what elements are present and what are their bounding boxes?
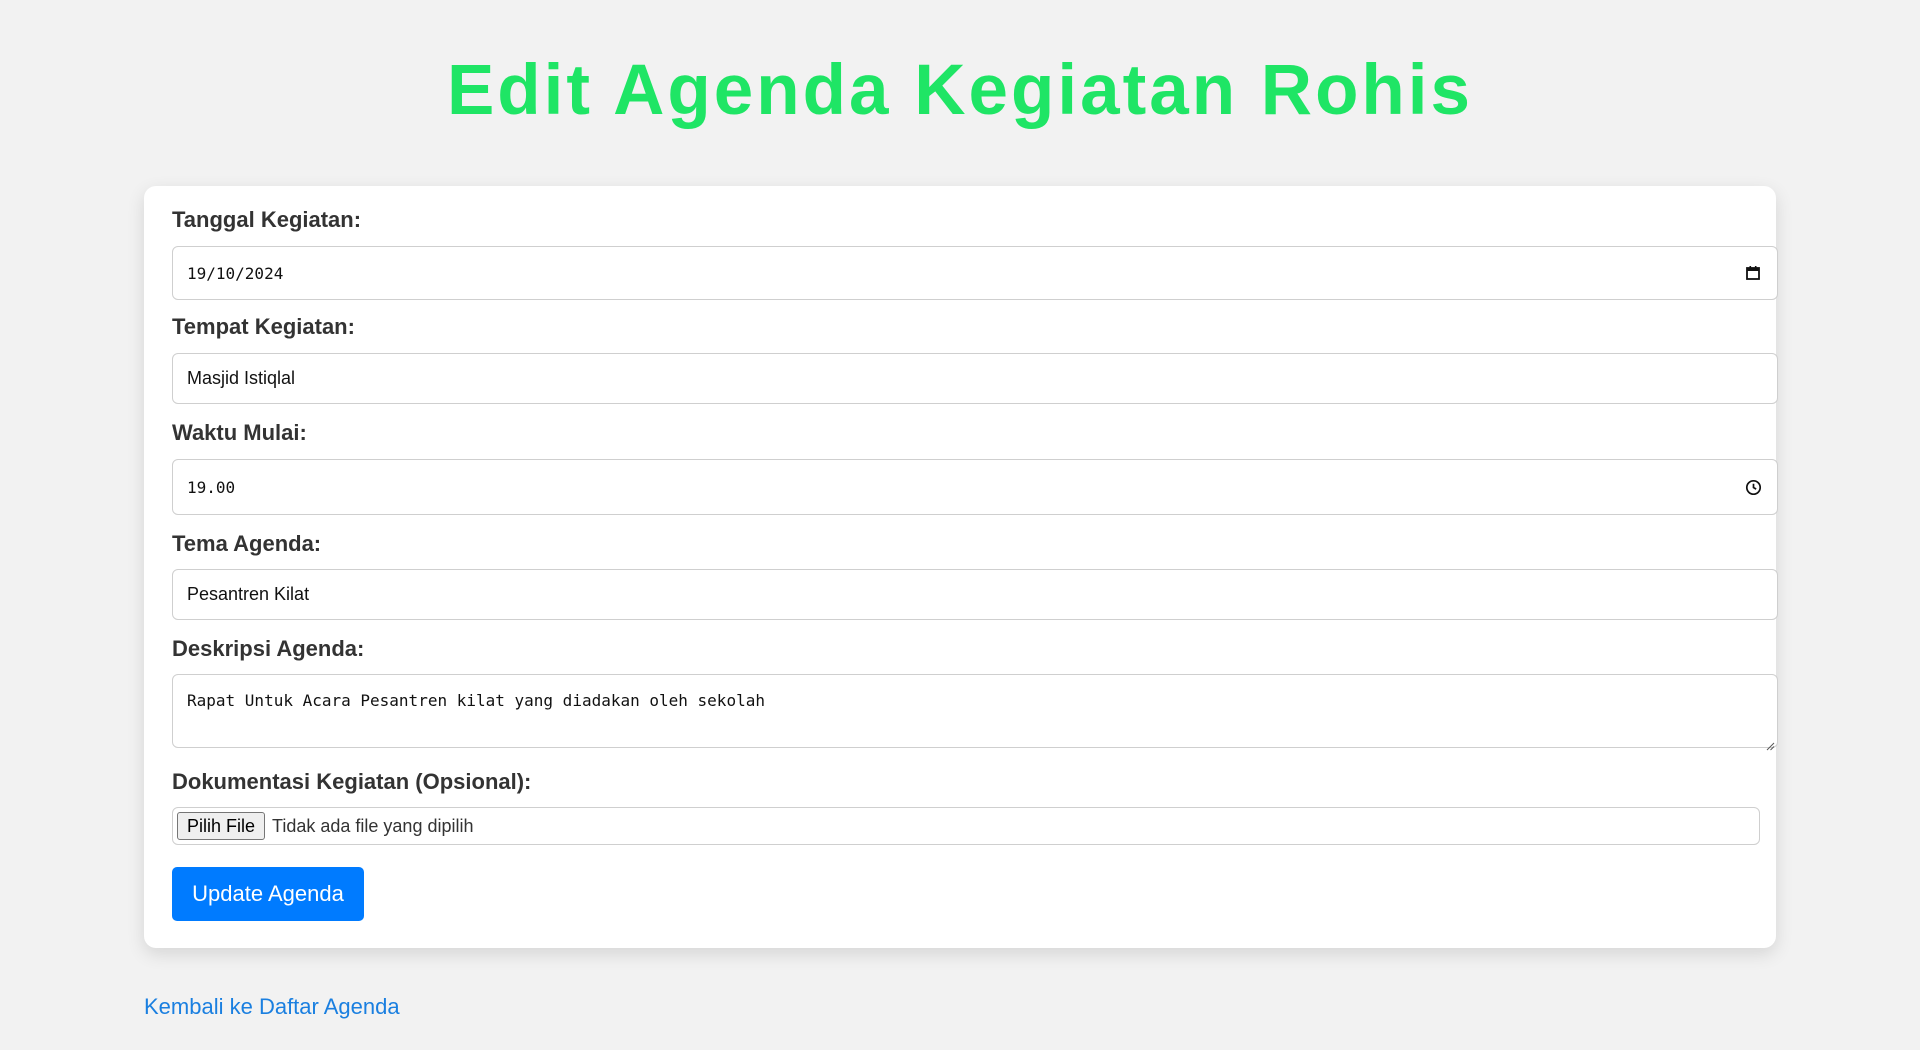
agenda-form-card: Tanggal Kegiatan: 19/10/2024 Tempat Kegi… [144,186,1778,948]
date-label: Tanggal Kegiatan: [172,207,362,232]
theme-input[interactable]: Pesantren Kilat [172,569,1778,620]
date-input[interactable]: 19/10/2024 [172,246,1778,300]
place-value: Masjid Istiqlal [187,368,296,388]
update-agenda-button[interactable]: Update Agenda [172,867,364,921]
theme-value: Pesantren Kilat [187,584,310,604]
place-label: Tempat Kegiatan: [172,314,355,339]
page-title: Edit Agenda Kegiatan Rohis [446,51,1474,130]
place-input[interactable]: Masjid Istiqlal [172,353,1778,404]
back-to-list-link[interactable]: Kembali ke Daftar Agenda [144,994,400,1020]
resize-handle-icon[interactable] [1765,735,1775,751]
description-label: Deskripsi Agenda: [172,636,365,661]
file-input[interactable]: Pilih File Tidak ada file yang dipilih [172,807,1760,845]
clock-icon[interactable] [1743,477,1763,497]
description-textarea[interactable]: Rapat Untuk Acara Pesantren kilat yang d… [172,674,1778,751]
date-value: 19/10/2024 [187,263,284,283]
time-input[interactable]: 19.00 [172,459,1778,515]
calendar-icon[interactable] [1743,263,1763,283]
time-value: 19.00 [187,477,236,497]
choose-file-button[interactable]: Pilih File [177,812,266,840]
description-value: Rapat Untuk Acara Pesantren kilat yang d… [187,691,765,710]
theme-label: Tema Agenda: [172,531,322,556]
file-status: Tidak ada file yang dipilih [272,815,474,836]
documentation-label: Dokumentasi Kegiatan (Opsional): [172,769,532,794]
time-label: Waktu Mulai: [172,420,307,445]
